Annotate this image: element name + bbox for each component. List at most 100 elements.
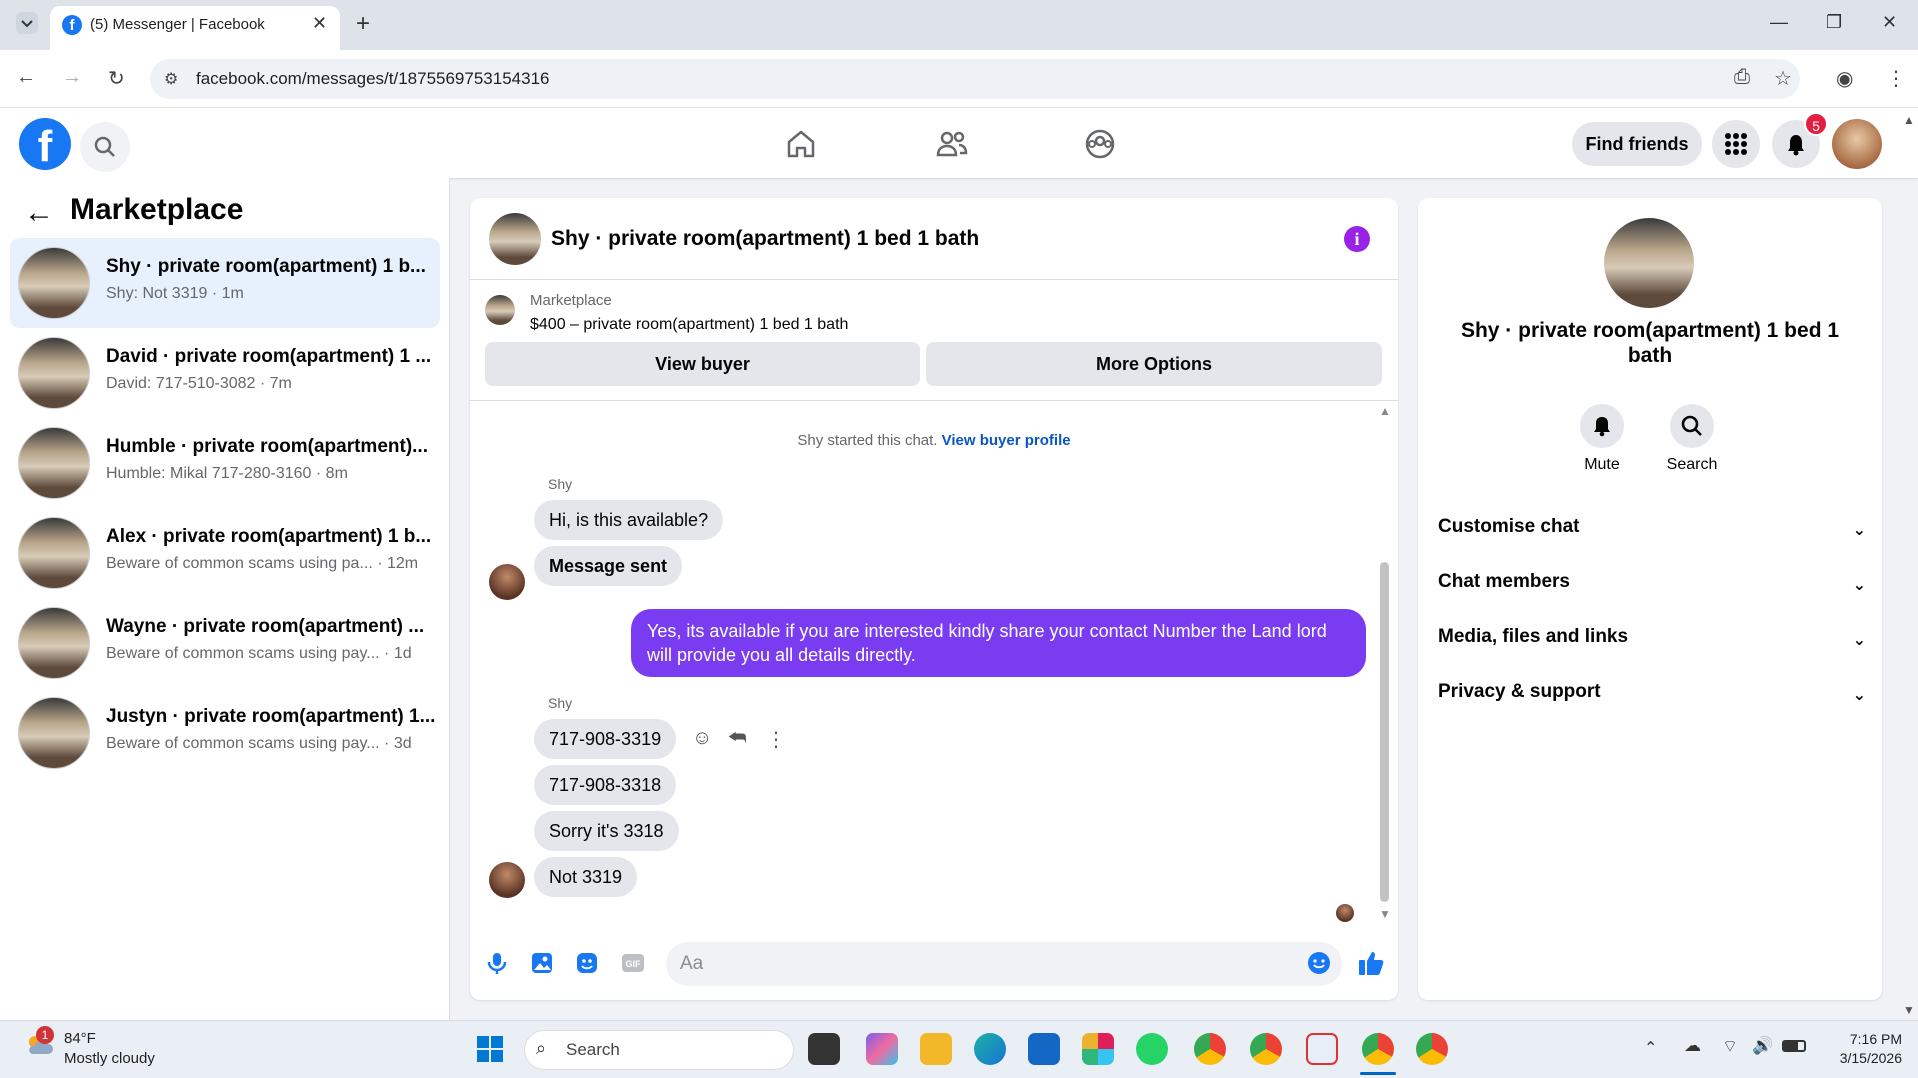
incoming-message[interactable]: 717-908-3319 [534,719,677,759]
wifi-icon[interactable]: ⌔ [1722,1036,1738,1057]
more-actions-icon[interactable]: ⋮ [766,727,786,752]
edge-browser-icon[interactable] [974,1033,1006,1065]
slack-app-icon[interactable] [1082,1033,1114,1065]
restore-icon[interactable]: ❐ [1826,12,1842,33]
media-files-links-section[interactable]: Media, files and links ⌄ [1438,626,1866,666]
minimize-icon[interactable]: — [1770,12,1788,33]
more-options-button[interactable]: More Options [926,342,1382,386]
incoming-message[interactable]: Sorry it's 3318 [534,811,679,851]
chevron-down-icon: ⌄ [1852,577,1866,594]
start-button[interactable] [474,1033,506,1065]
taskbar-search-label: Search [566,1040,620,1059]
new-tab-icon[interactable]: + [356,10,370,38]
photo-icon[interactable] [529,950,555,976]
groups-nav-button[interactable] [1080,124,1120,164]
window-close-icon[interactable]: ✕ [1882,12,1897,33]
gif-svg: GIF [622,954,644,972]
view-buyer-button[interactable]: View buyer [485,342,920,386]
browser-menu-icon[interactable]: ⋮ [1886,66,1906,91]
customise-chat-section[interactable]: Customise chat ⌄ [1438,516,1866,556]
whatsapp-app-icon[interactable] [1136,1033,1168,1065]
profile-icon[interactable]: ◉ [1836,66,1853,91]
tab-list-button[interactable] [16,12,38,34]
volume-icon[interactable]: 🔊 [1752,1036,1773,1056]
conversation-item[interactable]: Wayne · private room(apartment) ... Bewa… [10,598,440,688]
windows-taskbar [0,1020,1918,1078]
chat-members-section[interactable]: Chat members ⌄ [1438,571,1866,611]
facebook-logo-icon[interactable]: f [19,118,71,171]
tray-overflow-chevron-icon[interactable]: ⌃ [1644,1038,1657,1058]
battery-icon[interactable] [1782,1040,1806,1052]
file-explorer-icon[interactable] [920,1033,952,1065]
thumbs-up-svg [1359,952,1384,975]
chrome-app-icon[interactable] [1416,1033,1448,1065]
like-thumb-icon[interactable] [1356,948,1386,983]
chat-listing-avatar[interactable] [489,213,541,265]
windows-logo-icon [477,1036,503,1062]
conversation-item[interactable]: David · private room(apartment) 1 ... Da… [10,328,440,418]
page-scroll-down-icon[interactable]: ▼ [1903,1003,1915,1017]
scroll-up-icon[interactable]: ▲ [1379,404,1391,418]
search-in-chat-button[interactable] [1670,404,1714,448]
buyer-avatar[interactable] [489,564,525,600]
listing-price-title[interactable]: $400 – private room(apartment) 1 bed 1 b… [530,316,848,334]
conversation-name: Wayne · private room(apartment) ... [106,616,425,637]
message-input[interactable] [666,942,1342,986]
chrome-app-icon[interactable] [1194,1033,1226,1065]
chrome-app-active-icon[interactable] [1362,1033,1394,1065]
mute-button[interactable] [1580,404,1624,448]
sticker-icon[interactable] [574,950,600,976]
outgoing-message[interactable]: Yes, its available if you are interested… [631,609,1366,677]
facebook-search-button[interactable] [80,122,130,172]
bookmark-star-icon[interactable]: ☆ [1774,66,1792,91]
chat-scrollbar-thumb[interactable] [1380,562,1389,902]
install-app-icon[interactable]: ⎙ [1734,66,1750,89]
conversation-item[interactable]: Shy · private room(apartment) 1 b... Shy… [10,238,440,328]
weather-temp: 84°F [64,1030,96,1047]
home-icon [787,130,815,158]
menu-grid-button[interactable] [1712,120,1760,168]
buyer-avatar[interactable] [489,862,525,898]
taskbar-clock[interactable]: 7:16 PM 3/15/2026 [1822,1030,1902,1068]
m365-app-icon[interactable] [866,1033,898,1065]
home-nav-button[interactable] [781,124,821,164]
privacy-support-section[interactable]: Privacy & support ⌄ [1438,681,1866,721]
view-buyer-profile-link[interactable]: View buyer profile [942,432,1071,449]
onedrive-cloud-icon[interactable]: ☁ [1684,1036,1701,1056]
tab-close-icon[interactable]: ✕ [312,13,327,34]
conversation-item[interactable]: Justyn · private room(apartment) 1... Be… [10,688,440,778]
incoming-message[interactable]: Not 3319 [534,857,638,897]
reply-icon[interactable]: ⮪ [728,727,747,750]
reload-icon[interactable]: ↻ [108,66,125,91]
info-icon[interactable]: i [1344,226,1370,252]
microphone-icon[interactable] [484,950,510,976]
taskbar-search-box[interactable] [524,1030,794,1070]
friends-nav-button[interactable] [932,124,972,164]
task-view-app-icon[interactable] [808,1033,840,1065]
forward-icon[interactable]: → [62,66,82,89]
find-friends-button[interactable]: Find friends [1572,122,1702,166]
emoji-icon[interactable] [1306,950,1332,981]
seen-indicator-avatar [1336,904,1354,922]
snipping-tool-icon[interactable] [1306,1033,1338,1065]
page-scroll-up-icon[interactable]: ▲ [1903,113,1915,127]
incoming-message[interactable]: Message sent [534,546,683,586]
details-avatar[interactable] [1604,218,1694,308]
chat-title[interactable]: Shy · private room(apartment) 1 bed 1 ba… [551,227,979,251]
back-icon[interactable]: ← [16,66,36,89]
scroll-down-icon[interactable]: ▼ [1379,907,1391,921]
conversation-item[interactable]: Humble · private room(apartment)... Humb… [10,418,440,508]
listing-thumbnail [485,295,515,325]
account-avatar[interactable] [1832,119,1882,169]
gif-icon[interactable]: GIF [620,950,646,976]
chrome-app-icon[interactable] [1250,1033,1282,1065]
chevron-down-icon [21,20,33,28]
react-emoji-icon[interactable]: ☺ [692,727,712,750]
incoming-message[interactable]: Hi, is this available? [534,500,724,540]
url-text[interactable]: facebook.com/messages/t/1875569753154316 [196,69,549,89]
conversation-item[interactable]: Alex · private room(apartment) 1 b... Be… [10,508,440,598]
site-settings-icon[interactable]: ⚙ [164,69,178,89]
store-app-icon[interactable] [1028,1033,1060,1065]
back-arrow-icon[interactable]: ← [24,196,54,230]
incoming-message[interactable]: 717-908-3318 [534,765,677,805]
